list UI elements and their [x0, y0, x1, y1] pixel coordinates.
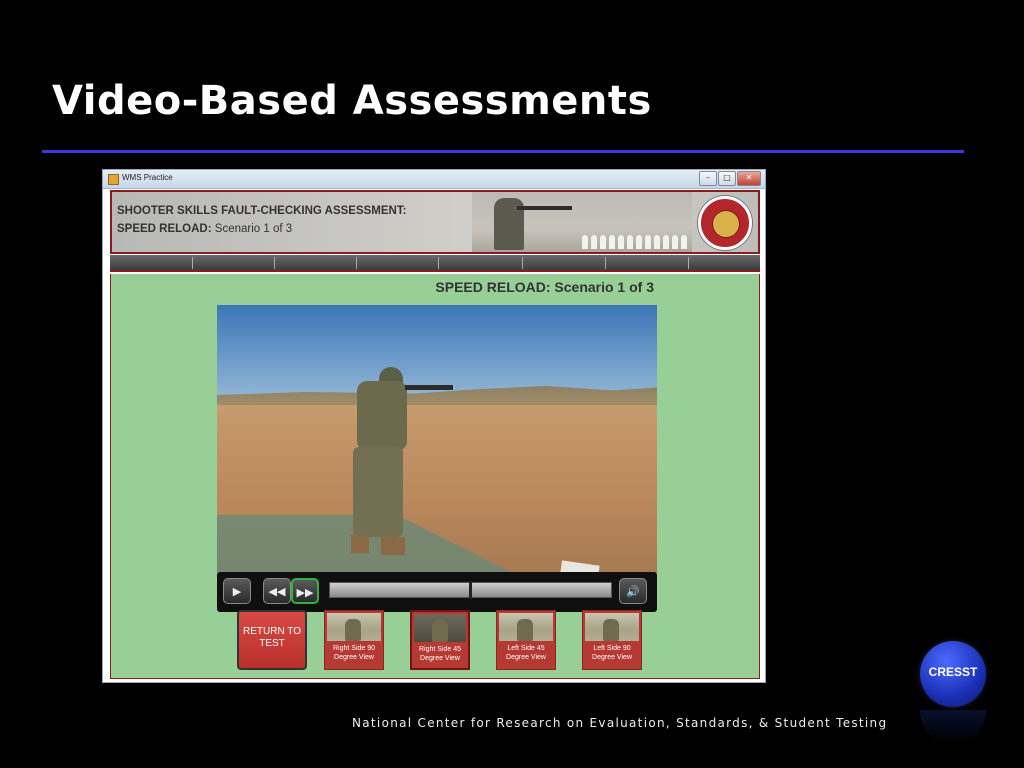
fast-forward-button[interactable]: ▶▶	[291, 578, 319, 604]
header-title: SHOOTER SKILLS FAULT-CHECKING ASSESSMENT…	[117, 205, 407, 217]
banner-targets	[582, 235, 687, 249]
close-button[interactable]: ✕	[737, 171, 761, 186]
app-icon	[108, 174, 119, 185]
footer-organization: National Center for Research on Evaluati…	[352, 716, 888, 730]
scenario-label-rest: Scenario 1 of 3	[550, 279, 654, 295]
nav-bar	[110, 255, 760, 272]
content-area: SPEED RELOAD: Scenario 1 of 3 ▶ ◀◀ ▶▶ 🔊 …	[110, 274, 760, 679]
view-thumbnail	[585, 613, 639, 641]
header-subtitle-bold: SPEED RELOAD:	[117, 223, 212, 235]
volume-icon: 🔊	[626, 585, 640, 598]
view-thumbnail	[414, 614, 466, 642]
play-icon: ▶	[232, 585, 242, 598]
view-button-right-45[interactable]: Right Side 45 Degree View	[410, 610, 470, 670]
app-window: WMS Practice – □ ✕ SHOOTER SKILLS FAULT-…	[102, 169, 766, 683]
fast-forward-icon: ▶▶	[296, 586, 314, 599]
window-titlebar[interactable]: WMS Practice – □ ✕	[103, 170, 765, 189]
assessment-header: SHOOTER SKILLS FAULT-CHECKING ASSESSMENT…	[110, 190, 760, 254]
view-label: Left Side 45 Degree View	[506, 645, 546, 661]
maximize-button[interactable]: □	[718, 171, 736, 186]
video-frame[interactable]	[217, 305, 657, 573]
window-controls: – □ ✕	[699, 171, 761, 186]
scenario-label: SPEED RELOAD: Scenario 1 of 3	[435, 279, 654, 295]
cresst-logo: CRESST	[920, 641, 986, 707]
return-to-test-button[interactable]: RETURN TO TEST	[237, 610, 307, 670]
view-button-left-45[interactable]: Left Side 45 Degree View	[496, 610, 556, 670]
rewind-button[interactable]: ◀◀	[263, 578, 291, 604]
seek-thumb[interactable]	[469, 581, 472, 599]
nav-separator	[438, 257, 439, 269]
minimize-button[interactable]: –	[699, 171, 717, 186]
video-controls: ▶ ◀◀ ▶▶ 🔊	[217, 572, 657, 612]
seal-emblem	[712, 210, 740, 238]
view-label: Right Side 90 Degree View	[332, 645, 376, 661]
nav-separator	[356, 257, 357, 269]
seek-bar[interactable]	[329, 581, 612, 599]
video-soldier	[347, 367, 417, 567]
cresst-logo-text: CRESST	[928, 665, 978, 679]
cresst-logo-reflection	[920, 710, 986, 744]
view-button-left-90[interactable]: Left Side 90 Degree View	[582, 610, 642, 670]
view-thumbnail	[327, 613, 381, 641]
rewind-icon: ◀◀	[268, 585, 286, 598]
slide-title: Video-Based Assessments	[52, 78, 652, 124]
scenario-label-bold: SPEED RELOAD:	[435, 279, 551, 295]
nav-separator	[192, 257, 193, 269]
view-button-right-90[interactable]: Right Side 90 Degree View	[324, 610, 384, 670]
nav-separator	[605, 257, 606, 269]
banner-rifle-image	[517, 206, 572, 210]
header-subtitle: SPEED RELOAD: Scenario 1 of 3	[117, 223, 292, 235]
nav-separator	[522, 257, 523, 269]
title-divider	[42, 150, 964, 153]
volume-button[interactable]: 🔊	[619, 578, 647, 604]
view-label: Right Side 45 Degree View	[418, 646, 462, 662]
usmc-seal-logo	[698, 196, 752, 250]
nav-separator	[688, 257, 689, 269]
header-subtitle-rest: Scenario 1 of 3	[211, 223, 293, 235]
nav-separator	[274, 257, 275, 269]
video-sky	[217, 305, 657, 395]
window-title: WMS Practice	[122, 173, 173, 182]
view-label: Left Side 90 Degree View	[592, 645, 632, 661]
view-thumbnail	[499, 613, 553, 641]
play-button[interactable]: ▶	[223, 578, 251, 604]
video-rifle	[405, 385, 453, 390]
